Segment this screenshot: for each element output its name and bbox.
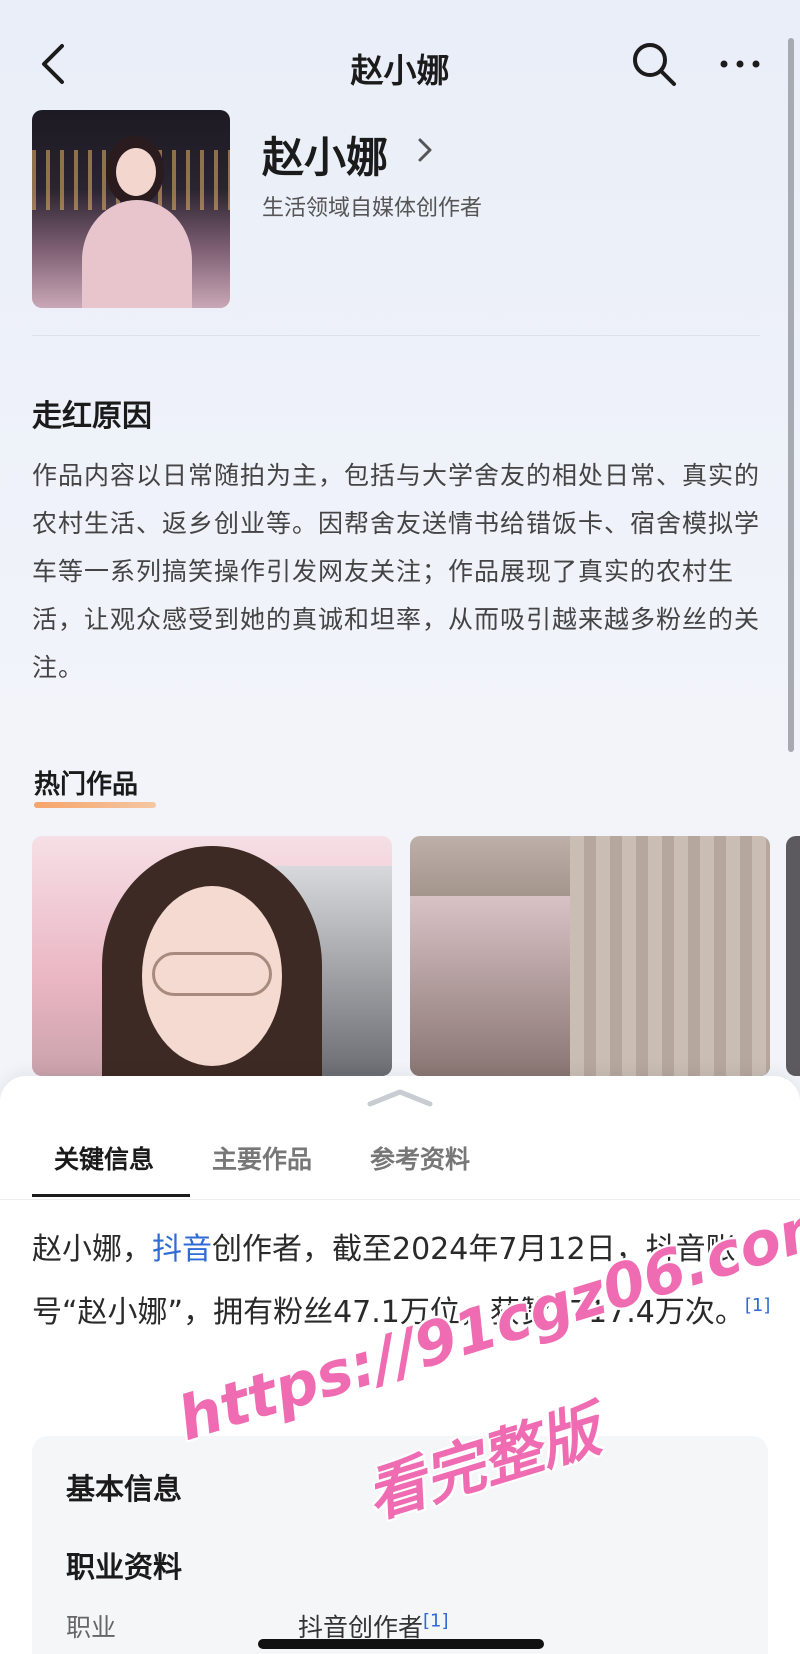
section-divider [32,335,760,336]
basic-info-title: 基本信息 [66,1472,183,1506]
tab-main-works[interactable]: 主要作品 [212,1140,312,1176]
profile-name[interactable]: 赵小娜 [262,124,388,185]
tab-bar: 关键信息 主要作品 参考资料 [0,1130,800,1200]
career-info-title: 职业资料 [66,1550,183,1584]
citation-link[interactable]: [1] [745,1295,771,1316]
hot-work-thumbnail[interactable] [786,836,800,1076]
douyin-link[interactable]: 抖音 [152,1232,212,1267]
hot-work-thumbnail[interactable] [32,836,392,1076]
tab-key-info[interactable]: 关键信息 [54,1140,154,1176]
hot-works-title: 热门作品 [34,770,139,800]
info-key-occupation: 职业 [66,1613,117,1642]
why-famous-title: 走红原因 [32,399,152,434]
top-nav-bar: 赵小娜 [0,0,800,110]
chevron-right-icon[interactable] [414,134,436,166]
sheet-handle-icon[interactable] [364,1086,436,1110]
home-indicator[interactable] [258,1639,544,1649]
profile-subtitle: 生活领域自媒体创作者 [262,196,483,221]
profile-avatar[interactable] [32,110,230,308]
summary-text: 赵小娜， [32,1232,152,1267]
why-famous-text: 作品内容以日常随拍为主，包括与大学舍友的相处日常、真实的农村生活、返乡创业等。因… [32,461,761,682]
active-tab-indicator [32,1194,190,1197]
scrollbar[interactable] [788,38,794,752]
more-dots-icon[interactable] [716,44,764,84]
page-title: 赵小娜 [350,51,450,90]
hot-works-underline [34,802,156,808]
search-icon[interactable] [630,40,678,88]
occupation-value: 抖音创作者 [298,1613,424,1642]
tab-references[interactable]: 参考资料 [370,1140,470,1176]
citation-link[interactable]: [1] [423,1611,449,1632]
hot-work-thumbnail[interactable] [410,836,770,1076]
